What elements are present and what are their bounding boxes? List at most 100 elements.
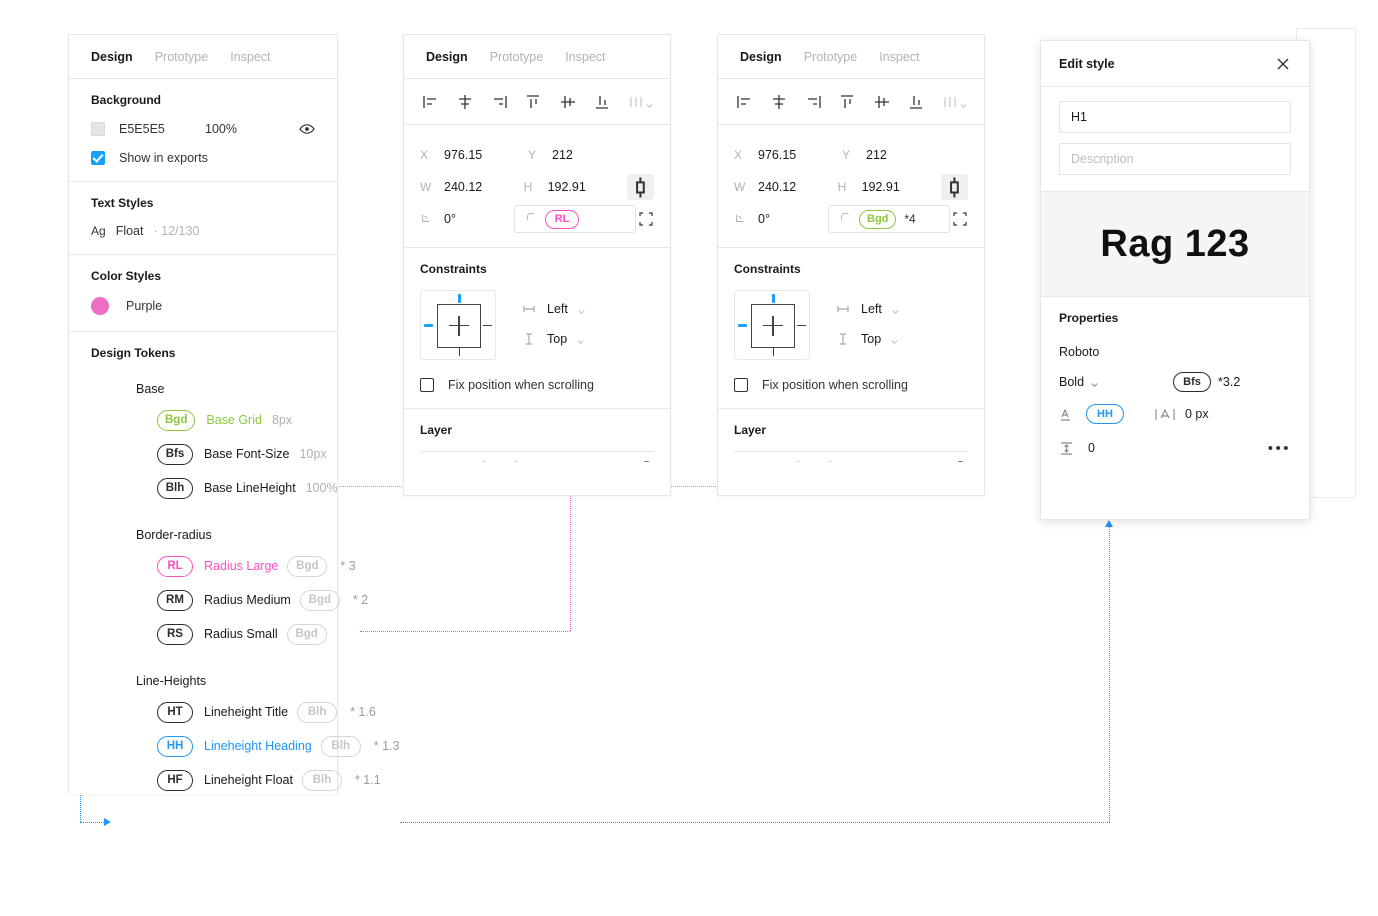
panel-b-y-field[interactable]: Y 212 (842, 148, 950, 162)
corner-radius-token-badge-bgd[interactable]: Bgd (859, 210, 896, 229)
chevron-down-icon[interactable] (1090, 378, 1099, 387)
distribute-icon[interactable] (625, 91, 647, 113)
color-swatch-purple[interactable] (91, 297, 109, 315)
y-value[interactable]: 212 (552, 148, 573, 162)
token-ref-badge-bgd-rm[interactable]: Bgd (300, 590, 340, 611)
panel-a-h-field[interactable]: H 192.91 (524, 180, 628, 194)
token-row-base-lineheight[interactable]: Blh Base LineHeight 100% (91, 476, 315, 500)
panel-b-tab-inspect[interactable]: Inspect (879, 50, 919, 64)
token-row-lineheight-float[interactable]: HF Lineheight Float Blh * 1.1 (91, 768, 315, 792)
background-opacity-value[interactable]: 100% (205, 122, 299, 136)
panel-b-tab-prototype[interactable]: Prototype (804, 50, 858, 64)
token-row-radius-large[interactable]: RL Radius Large Bgd * 3 (91, 554, 315, 578)
align-horizontal-center-icon[interactable] (454, 91, 476, 113)
token-badge-hh[interactable]: HH (157, 736, 193, 757)
w-value[interactable]: 240.12 (444, 180, 482, 194)
panel-a-rotation-field[interactable]: 0° (420, 212, 508, 227)
horizontal-constraint-value[interactable]: Left (861, 302, 882, 316)
align-top-icon[interactable] (522, 91, 544, 113)
link-constrain-proportions-icon[interactable] (941, 174, 968, 200)
chevron-down-icon[interactable] (890, 335, 899, 344)
x-value[interactable]: 976.15 (444, 148, 482, 162)
chevron-down-icon[interactable] (645, 97, 654, 106)
horizontal-constraint-row[interactable]: Left (522, 294, 586, 324)
constraint-handle-top[interactable] (458, 294, 461, 303)
x-value[interactable]: 976.15 (758, 148, 796, 162)
independent-corners-icon[interactable] (952, 211, 968, 227)
fix-position-checkbox[interactable] (420, 378, 434, 392)
panel-a-corner-radius-field[interactable]: RL (514, 205, 636, 233)
background-color-swatch[interactable] (91, 122, 105, 136)
line-height-token-badge-hh[interactable]: HH (1086, 404, 1124, 424)
align-vertical-center-icon[interactable] (557, 91, 579, 113)
background-color-row[interactable]: E5E5E5 100% (91, 121, 315, 137)
panel-b-fix-position-row[interactable]: Fix position when scrolling (734, 378, 968, 392)
close-icon[interactable] (1275, 56, 1291, 72)
token-ref-badge-blh-ht[interactable]: Blh (297, 702, 337, 723)
h-value[interactable]: 192.91 (548, 180, 586, 194)
token-row-base-font-size[interactable]: Bfs Base Font-Size 10px (91, 442, 315, 466)
align-left-icon[interactable] (734, 91, 756, 113)
font-weight-value[interactable]: Bold (1059, 375, 1084, 389)
constraints-widget[interactable] (734, 290, 810, 360)
vertical-constraint-row[interactable]: Top (522, 324, 586, 354)
token-ref-badge-bgd-rl[interactable]: Bgd (287, 556, 327, 577)
constraint-handle-top[interactable] (772, 294, 775, 303)
panel-a-tab-design[interactable]: Design (426, 50, 468, 64)
paragraph-spacing-value[interactable]: 0 (1088, 441, 1095, 455)
panel-b-h-field[interactable]: H 192.91 (838, 180, 942, 194)
rotation-value[interactable]: 0° (444, 212, 456, 226)
font-size-token-badge-bfs[interactable]: Bfs (1173, 372, 1211, 392)
tab-prototype[interactable]: Prototype (155, 50, 209, 64)
independent-corners-icon[interactable] (638, 211, 654, 227)
link-constrain-proportions-icon[interactable] (627, 174, 654, 200)
constraint-handle-left[interactable] (424, 324, 433, 327)
token-badge-rs[interactable]: RS (157, 624, 193, 645)
token-badge-bgd[interactable]: Bgd (157, 410, 195, 431)
letter-spacing-value[interactable]: 0 px (1185, 407, 1209, 421)
chevron-down-icon[interactable] (891, 305, 900, 314)
color-style-item-purple[interactable]: Purple (91, 297, 315, 315)
token-badge-hf[interactable]: HF (157, 770, 193, 791)
vertical-constraint-value[interactable]: Top (547, 332, 567, 346)
constraint-handle-right[interactable] (797, 325, 806, 326)
align-bottom-icon[interactable] (905, 91, 927, 113)
w-value[interactable]: 240.12 (758, 180, 796, 194)
text-style-item-float[interactable]: Ag Float · 12/130 (91, 224, 315, 238)
token-row-lineheight-heading[interactable]: HH Lineheight Heading Blh * 1.3 (91, 734, 315, 758)
chevron-down-icon[interactable] (577, 305, 586, 314)
vertical-constraint-row[interactable]: Top (836, 324, 900, 354)
background-hex-value[interactable]: E5E5E5 (119, 122, 205, 136)
more-options-icon[interactable]: ••• (1268, 441, 1291, 456)
align-bottom-icon[interactable] (591, 91, 613, 113)
font-family-row[interactable]: Roboto (1059, 337, 1291, 367)
horizontal-constraint-row[interactable]: Left (836, 294, 900, 324)
token-row-radius-small[interactable]: RS Radius Small Bgd (91, 622, 315, 646)
corner-radius-token-badge-rl[interactable]: RL (545, 210, 579, 229)
style-name-input[interactable] (1059, 101, 1291, 133)
align-horizontal-center-icon[interactable] (768, 91, 790, 113)
y-value[interactable]: 212 (866, 148, 887, 162)
panel-b-tab-design[interactable]: Design (740, 50, 782, 64)
panel-b-corner-radius-field[interactable]: Bgd *4 (828, 205, 950, 233)
style-description-input[interactable] (1059, 143, 1291, 175)
vertical-constraint-value[interactable]: Top (861, 332, 881, 346)
fix-position-checkbox[interactable] (734, 378, 748, 392)
constraint-handle-bottom[interactable] (459, 347, 460, 356)
token-ref-badge-blh-hf[interactable]: Blh (302, 770, 342, 791)
tab-inspect[interactable]: Inspect (230, 50, 270, 64)
token-badge-rl[interactable]: RL (157, 556, 193, 577)
constraint-handle-right[interactable] (483, 325, 492, 326)
panel-a-w-field[interactable]: W 240.12 (420, 180, 524, 194)
align-top-icon[interactable] (836, 91, 858, 113)
h-value[interactable]: 192.91 (862, 180, 900, 194)
token-row-radius-medium[interactable]: RM Radius Medium Bgd * 2 (91, 588, 315, 612)
token-badge-bfs[interactable]: Bfs (157, 444, 193, 465)
align-right-icon[interactable] (802, 91, 824, 113)
horizontal-constraint-value[interactable]: Left (547, 302, 568, 316)
align-left-icon[interactable] (420, 91, 442, 113)
panel-b-w-field[interactable]: W 240.12 (734, 180, 838, 194)
token-badge-blh[interactable]: Blh (157, 478, 193, 499)
token-ref-badge-bgd-rs[interactable]: Bgd (287, 624, 327, 645)
rotation-value[interactable]: 0° (758, 212, 770, 226)
